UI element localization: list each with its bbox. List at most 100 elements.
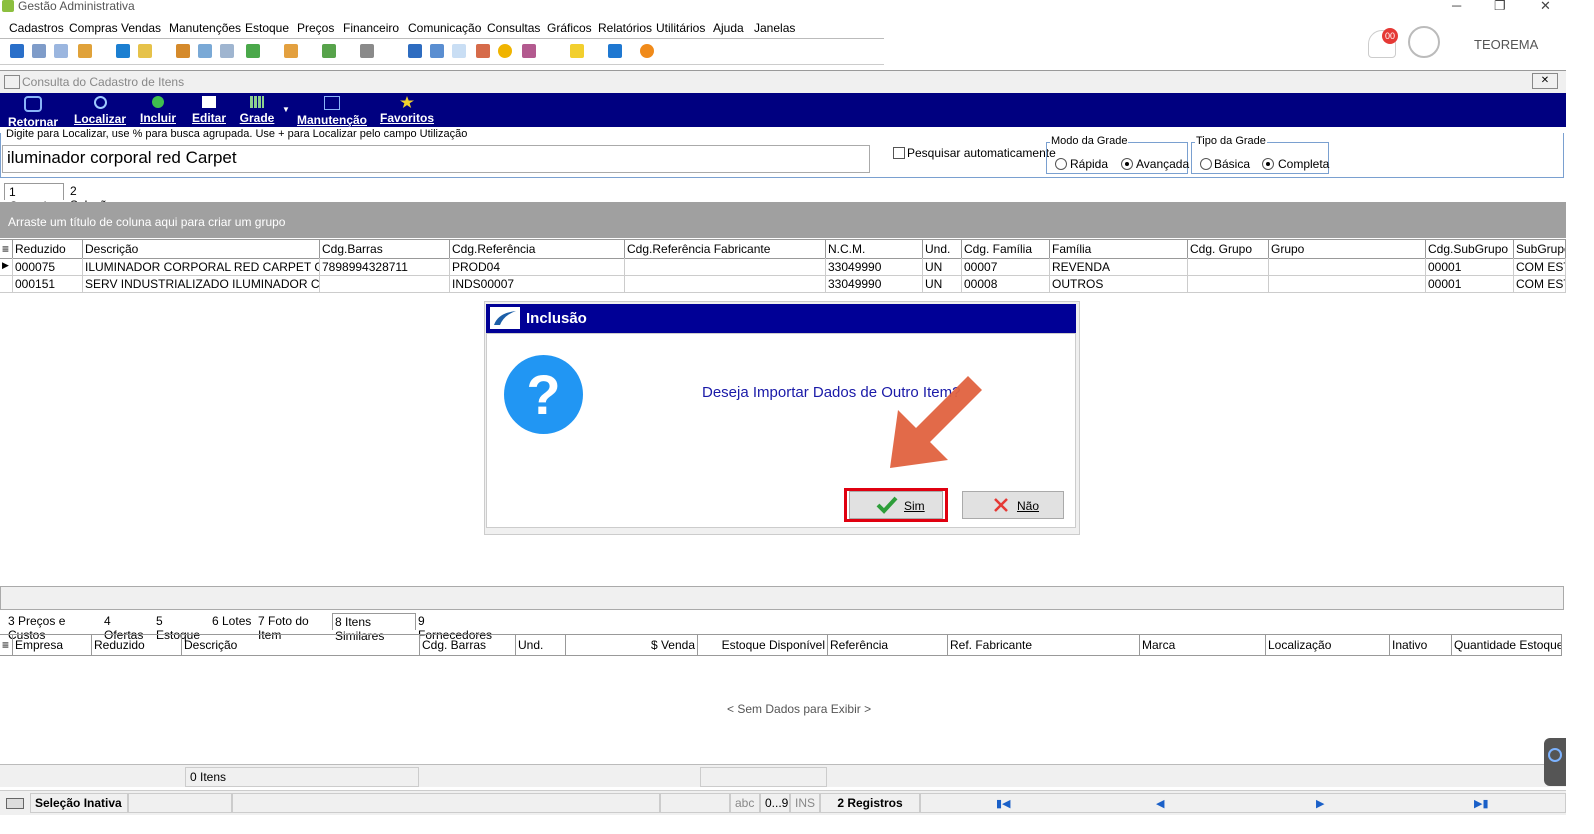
toolbar-icon-1[interactable] (10, 44, 24, 58)
menu-ajuda[interactable]: Ajuda (713, 21, 744, 35)
cart-icon[interactable] (246, 44, 260, 58)
sim-button[interactable]: Sim (849, 491, 943, 519)
menu-manutencoes[interactable]: Manutenções (169, 21, 241, 35)
grid2-menu-icon[interactable]: ≡ (0, 635, 13, 655)
tab-ofertas[interactable]: 4 Ofertas (102, 613, 154, 642)
user-avatar-icon[interactable] (1408, 26, 1440, 58)
printer-icon[interactable] (360, 44, 374, 58)
tab-itens-similares[interactable]: 8 Itens Similares (332, 613, 416, 643)
col-und[interactable]: Und. (516, 635, 566, 655)
col-cdg-grupo[interactable]: Cdg. Grupo (1188, 240, 1269, 258)
menu-financeiro[interactable]: Financeiro (343, 21, 399, 35)
col-ncm[interactable]: N.C.M. (826, 240, 923, 258)
next-record-icon[interactable]: ▶ (1316, 797, 1324, 810)
menu-relatorios[interactable]: Relatórios (598, 21, 652, 35)
tab-precos-custos[interactable]: 3 Preços e Custos (6, 613, 100, 642)
col-localizacao[interactable]: Localização (1266, 635, 1390, 655)
col-marca[interactable]: Marca (1140, 635, 1266, 655)
star-icon[interactable] (570, 44, 584, 58)
side-panel-tab[interactable] (1544, 738, 1566, 786)
menu-precos[interactable]: Preços (297, 21, 334, 35)
localizar-button[interactable]: Localizar (72, 93, 128, 127)
toolbar-icon-3[interactable] (54, 44, 68, 58)
favoritos-button[interactable]: Favoritos (378, 93, 436, 127)
grade-button[interactable]: Grade (238, 93, 276, 127)
calculator-icon[interactable] (430, 44, 444, 58)
menu-vendas[interactable]: Vendas (121, 21, 161, 35)
close-icon[interactable]: ✕ (1540, 0, 1551, 14)
menu-estoque[interactable]: Estoque (245, 21, 289, 35)
info-icon[interactable] (608, 44, 622, 58)
toolbar-icon-2[interactable] (32, 44, 46, 58)
child-close-icon[interactable]: ✕ (1532, 73, 1558, 89)
col-referencia[interactable]: Referência (828, 635, 948, 655)
menu-janelas[interactable]: Janelas (754, 21, 795, 35)
toolbar-icon-17[interactable] (476, 44, 490, 58)
auto-search-checkbox[interactable] (893, 147, 905, 159)
table-row[interactable]: 000151 SERV INDUSTRIALIZADO ILUMINADOR C… (0, 275, 1566, 293)
manutencao-button[interactable]: Manutenção (296, 93, 368, 127)
prev-record-icon[interactable]: ◀ (1156, 797, 1164, 810)
col-subgrupo[interactable]: SubGrupo (1514, 240, 1566, 258)
toolbar-icon-4[interactable] (78, 44, 92, 58)
restore-icon[interactable]: ❐ (1494, 0, 1506, 14)
col-grupo[interactable]: Grupo (1269, 240, 1426, 258)
col-reduzido[interactable]: Reduzido (92, 635, 182, 655)
col-cdg-barras[interactable]: Cdg. Barras (420, 635, 516, 655)
menu-compras[interactable]: Compras (69, 21, 118, 35)
toolbar-icon-18[interactable] (498, 44, 512, 58)
radio-completa[interactable] (1262, 158, 1274, 170)
retornar-button[interactable]: Retornar (4, 93, 62, 129)
editar-button[interactable]: Editar (190, 93, 228, 127)
toolbar-icon-11[interactable] (284, 44, 298, 58)
tab-foto-item[interactable]: 7 Foto do Item (256, 613, 330, 642)
tab-selecao[interactable]: 2 Seleção (66, 183, 120, 212)
col-cdg-ref-fabricante[interactable]: Cdg.Referência Fabricante (625, 240, 826, 258)
col-estoque-disponivel[interactable]: Estoque Disponível (698, 635, 828, 655)
col-empresa[interactable]: Empresa (13, 635, 92, 655)
toolbar-icon-14[interactable] (408, 44, 422, 58)
menu-consultas[interactable]: Consultas (487, 21, 540, 35)
menu-graficos[interactable]: Gráficos (547, 21, 592, 35)
calendar-icon[interactable] (452, 44, 466, 58)
radio-avancada[interactable] (1121, 158, 1133, 170)
col-cdg-familia[interactable]: Cdg. Família (962, 240, 1050, 258)
power-icon[interactable] (640, 44, 654, 58)
col-inativo[interactable]: Inativo (1390, 635, 1452, 655)
toolbar-icon-9[interactable] (220, 44, 234, 58)
toolbar-icon-5[interactable] (116, 44, 130, 58)
menu-utilitarios[interactable]: Utilitários (656, 21, 705, 35)
toolbar-icon-6[interactable] (138, 44, 152, 58)
first-record-icon[interactable]: ▮◀ (996, 797, 1011, 810)
incluir-button[interactable]: Incluir (138, 93, 178, 127)
table-row[interactable]: ▶ 000075 ILUMINADOR CORPORAL RED CARPET … (0, 258, 1566, 276)
search-input[interactable]: iluminador corporal red Carpet (2, 145, 870, 173)
col-cdg-subgrupo[interactable]: Cdg.SubGrupo (1426, 240, 1514, 258)
grade-dropdown-icon[interactable]: ▼ (282, 105, 290, 114)
menu-comunicacao[interactable]: Comunicação (408, 21, 481, 35)
col-descricao[interactable]: Descrição (182, 635, 420, 655)
menu-cadastros[interactable]: Cadastros (9, 21, 64, 35)
tab-fornecedores[interactable]: 9 Fornecedores (416, 613, 496, 642)
toolbar-icon-7[interactable] (176, 44, 190, 58)
tab-consulta[interactable]: 1 Consulta (4, 183, 64, 213)
grid-menu-icon[interactable]: ≡ (0, 240, 13, 258)
tab-estoque[interactable]: 5 Estoque (154, 613, 210, 642)
radio-rapida[interactable] (1055, 158, 1067, 170)
col-ref-fabricante[interactable]: Ref. Fabricante (948, 635, 1140, 655)
toolbar-icon-8[interactable] (198, 44, 212, 58)
col-und[interactable]: Und. (923, 240, 962, 258)
col-cdg-referencia[interactable]: Cdg.Referência (450, 240, 625, 258)
minimize-icon[interactable]: ─ (1452, 0, 1461, 13)
col-cdg-barras[interactable]: Cdg.Barras (320, 240, 450, 258)
radio-basica[interactable] (1200, 158, 1212, 170)
last-record-icon[interactable]: ▶▮ (1474, 797, 1489, 810)
toolbar-icon-12[interactable] (322, 44, 336, 58)
col-quantidade-estoque[interactable]: Quantidade Estoque (1452, 635, 1562, 655)
col-descricao[interactable]: Descrição (83, 240, 320, 258)
group-panel[interactable]: Arraste um título de coluna aqui para cr… (0, 202, 1566, 238)
tab-lotes[interactable]: 6 Lotes (210, 613, 254, 630)
col-venda[interactable]: $ Venda (566, 635, 698, 655)
toolbar-icon-19[interactable] (522, 44, 536, 58)
col-reduzido[interactable]: Reduzido (13, 240, 83, 258)
